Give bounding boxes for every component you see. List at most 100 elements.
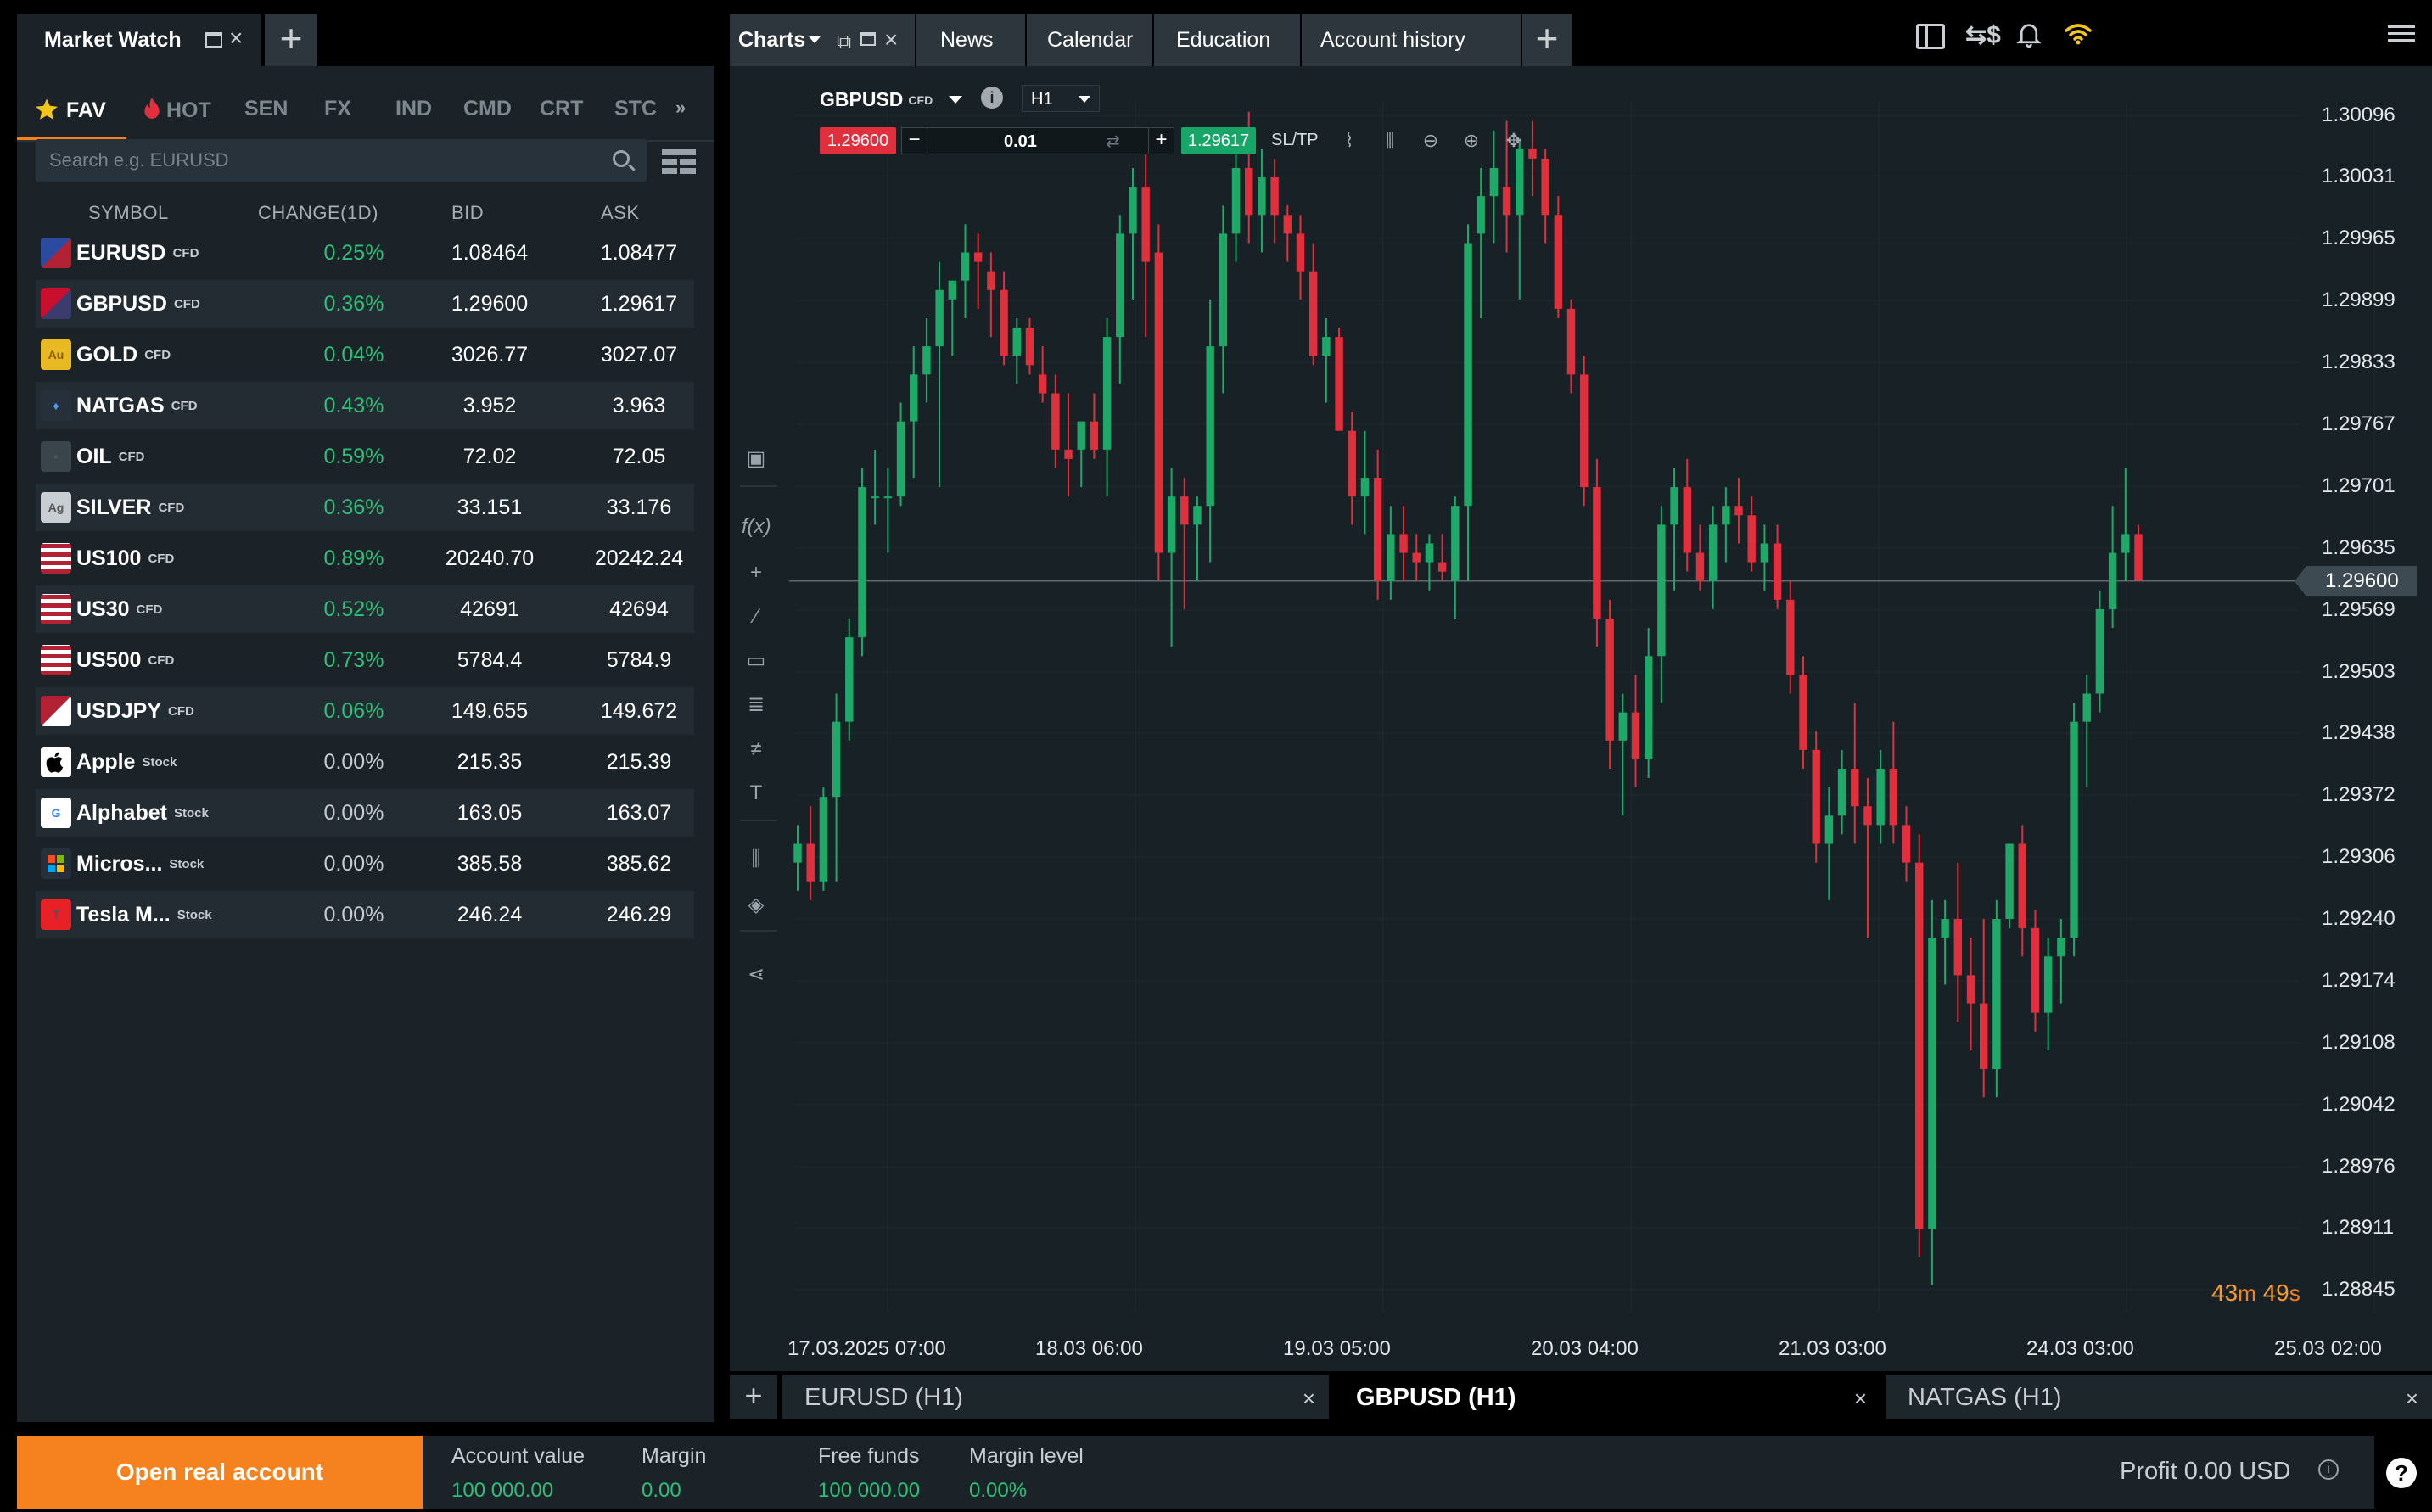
- popout-icon[interactable]: ⧉: [837, 31, 851, 54]
- sell-button[interactable]: 1.29600: [820, 127, 896, 154]
- cat-tab-hot[interactable]: HOT: [143, 97, 211, 123]
- maximize-icon[interactable]: [205, 32, 222, 48]
- info-icon[interactable]: i: [981, 87, 1003, 109]
- candles-settings-icon[interactable]: ⫼: [742, 845, 771, 874]
- chart-tab-gbpusd[interactable]: GBPUSD (H1) ×: [1334, 1375, 1880, 1419]
- instrument-ask[interactable]: 5784.9: [575, 648, 703, 673]
- instrument-ask[interactable]: 3027.07: [575, 343, 703, 367]
- instrument-bid[interactable]: 33.151: [426, 496, 553, 520]
- text-tool-icon[interactable]: T: [742, 779, 771, 808]
- market-watch-tab[interactable]: Market Watch ×: [17, 14, 261, 66]
- open-real-account-button[interactable]: Open real account: [17, 1436, 423, 1509]
- instrument-row-oil[interactable]: ▪ OIL CFD 0.59% 72.02 72.05: [36, 433, 694, 480]
- swap-icon[interactable]: ⇄: [1106, 131, 1120, 152]
- instrument-bid[interactable]: 42691: [426, 597, 553, 622]
- col-ask[interactable]: ASK: [601, 202, 640, 224]
- chart-type-icon[interactable]: ▣: [742, 445, 771, 473]
- cat-tab-crt[interactable]: CRT: [540, 97, 583, 121]
- col-bid[interactable]: BID: [451, 202, 484, 224]
- col-change[interactable]: CHANGE(1D): [258, 202, 378, 224]
- timeframe-select[interactable]: H1: [1022, 85, 1100, 112]
- layers-icon[interactable]: ◈: [742, 891, 771, 920]
- instrument-row-natgas[interactable]: ♦ NATGAS CFD 0.43% 3.952 3.963: [36, 382, 694, 429]
- share-icon[interactable]: ⋖: [742, 960, 771, 989]
- info-icon[interactable]: i: [2318, 1459, 2339, 1480]
- line-chart-icon[interactable]: ⌇: [1336, 127, 1363, 154]
- instrument-bid[interactable]: 5784.4: [426, 648, 553, 673]
- instrument-row-silver[interactable]: Ag SILVER CFD 0.36% 33.151 33.176: [36, 484, 694, 531]
- instrument-row-apple[interactable]: Apple Stock 0.00% 215.35 215.39: [36, 738, 694, 786]
- instrument-row-alphabet[interactable]: G Alphabet Stock 0.00% 163.05 163.07: [36, 789, 694, 837]
- volume-input[interactable]: 0.01: [1004, 132, 1037, 152]
- zoom-in-icon[interactable]: ⊕: [1458, 127, 1485, 154]
- grid-view-icon[interactable]: [662, 149, 696, 175]
- help-button[interactable]: ?: [2374, 1436, 2417, 1509]
- instrument-ask[interactable]: 385.62: [575, 852, 703, 876]
- maximize-icon[interactable]: [860, 32, 876, 46]
- close-icon[interactable]: ×: [884, 26, 898, 53]
- instrument-ask[interactable]: 20242.24: [575, 546, 703, 571]
- instrument-ask[interactable]: 1.29617: [575, 292, 703, 316]
- instrument-row-usdjpy[interactable]: USDJPY CFD 0.06% 149.655 149.672: [36, 687, 694, 735]
- deposit-icon[interactable]: ⇆$: [1965, 20, 2001, 50]
- instrument-ask[interactable]: 215.39: [575, 750, 703, 775]
- tab-charts[interactable]: Charts ⧉ ×: [730, 14, 915, 66]
- instrument-ask[interactable]: 3.963: [575, 394, 703, 418]
- search-icon[interactable]: [613, 150, 630, 167]
- instrument-bid[interactable]: 72.02: [426, 445, 553, 469]
- tab-news[interactable]: News: [916, 14, 1025, 66]
- crosshair-icon[interactable]: +: [742, 558, 771, 587]
- chevron-down-icon[interactable]: [949, 96, 962, 104]
- instrument-bid[interactable]: 215.35: [426, 750, 553, 775]
- col-symbol[interactable]: SYMBOL: [88, 202, 169, 224]
- chart-symbol[interactable]: GBPUSD CFD: [820, 88, 933, 111]
- instrument-ask[interactable]: 33.176: [575, 496, 703, 520]
- add-tab-button[interactable]: +: [1522, 14, 1572, 66]
- instrument-ask[interactable]: 163.07: [575, 801, 703, 826]
- move-icon[interactable]: ✥: [1500, 127, 1527, 154]
- cat-tab-fav[interactable]: FAV: [34, 97, 106, 123]
- instrument-bid[interactable]: 246.24: [426, 903, 553, 927]
- instrument-bid[interactable]: 163.05: [426, 801, 553, 826]
- chart-area[interactable]: ▣ f(x) + ⁄ ▭ ≣ ≠ T ⫼ ◈ ⋖ GBPUSD CFD i H1 …: [730, 66, 2432, 1371]
- cat-tab-cmd[interactable]: CMD: [463, 97, 512, 121]
- instrument-row-gold[interactable]: Au GOLD CFD 0.04% 3026.77 3027.07: [36, 331, 694, 378]
- chart-tab-natgas[interactable]: NATGAS (H1) ×: [1886, 1375, 2432, 1419]
- cat-tab-sen[interactable]: SEN: [244, 97, 288, 121]
- instrument-ask[interactable]: 1.08477: [575, 241, 703, 266]
- close-icon[interactable]: ×: [1854, 1386, 1867, 1412]
- add-chart-button[interactable]: +: [730, 1375, 777, 1419]
- instrument-bid[interactable]: 20240.70: [426, 546, 553, 571]
- rectangle-tool-icon[interactable]: ▭: [742, 647, 771, 675]
- indicators-icon[interactable]: f(x): [742, 512, 771, 541]
- instrument-bid[interactable]: 149.655: [426, 699, 553, 724]
- instrument-bid[interactable]: 385.58: [426, 852, 553, 876]
- instrument-row-gbpusd[interactable]: GBPUSD CFD 0.36% 1.29600 1.29617: [36, 280, 694, 328]
- layout-icon[interactable]: [1916, 24, 1945, 49]
- cat-tab-ind[interactable]: IND: [395, 97, 432, 121]
- instrument-row-us100[interactable]: US100 CFD 0.89% 20240.70 20242.24: [36, 535, 694, 582]
- sltp-button[interactable]: SL/TP: [1271, 131, 1319, 150]
- zoom-out-icon[interactable]: ⊖: [1417, 127, 1444, 154]
- instrument-ask[interactable]: 72.05: [575, 445, 703, 469]
- cat-tab-fx[interactable]: FX: [324, 97, 351, 121]
- menu-icon[interactable]: [2388, 24, 2415, 48]
- instrument-bid[interactable]: 1.08464: [426, 241, 553, 266]
- instrument-bid[interactable]: 1.29600: [426, 292, 553, 316]
- close-icon[interactable]: ×: [1303, 1386, 1315, 1412]
- scroll-right-icon[interactable]: »: [675, 97, 686, 119]
- instrument-row-eurusd[interactable]: EURUSD CFD 0.25% 1.08464 1.08477: [36, 229, 694, 277]
- instrument-ask[interactable]: 42694: [575, 597, 703, 622]
- search-input[interactable]: [48, 139, 591, 182]
- instrument-row-us30[interactable]: US30 CFD 0.52% 42691 42694: [36, 585, 694, 633]
- fibonacci-tool-icon[interactable]: ≣: [742, 691, 771, 720]
- volume-increase-button[interactable]: +: [1148, 128, 1174, 154]
- add-panel-button[interactable]: +: [265, 14, 317, 66]
- bell-icon[interactable]: [2016, 20, 2042, 53]
- tab-account-history[interactable]: Account history: [1302, 14, 1521, 66]
- instrument-row-teslam[interactable]: T Tesla M... Stock 0.00% 246.24 246.29: [36, 891, 694, 938]
- tab-education[interactable]: Education: [1154, 14, 1300, 66]
- cat-tab-stc[interactable]: STC: [614, 97, 657, 121]
- instrument-row-micros[interactable]: Micros... Stock 0.00% 385.58 385.62: [36, 840, 694, 888]
- volume-decrease-button[interactable]: −: [902, 128, 927, 154]
